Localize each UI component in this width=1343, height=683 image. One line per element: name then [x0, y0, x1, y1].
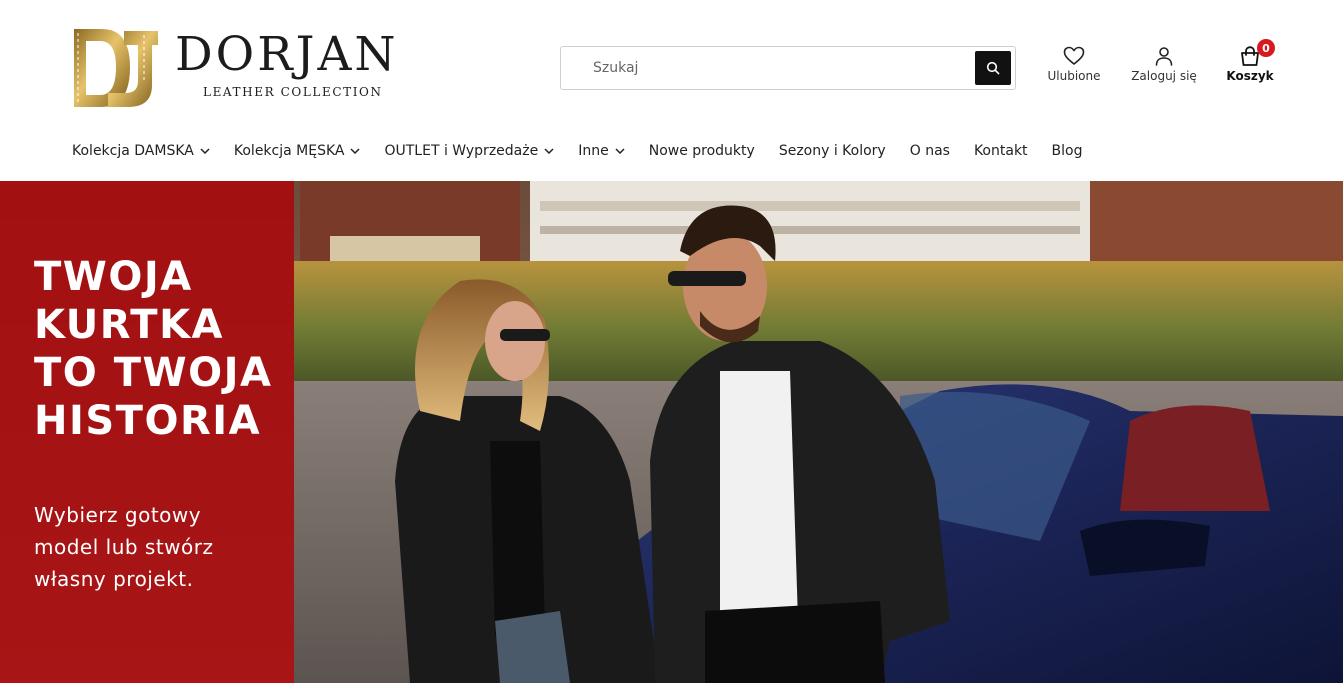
nav-item-o-nas[interactable]: O nas	[910, 143, 950, 159]
nav-item-label: Blog	[1051, 143, 1083, 159]
cart-link[interactable]: 0 Koszyk	[1226, 39, 1275, 83]
nav-item-label: O nas	[909, 143, 950, 159]
nav-item-kolekcja-damska[interactable]: Kolekcja DAMSKA	[72, 143, 210, 159]
chevron-down-icon	[544, 148, 554, 154]
monogram-logo-icon	[74, 29, 158, 107]
chevron-down-icon	[615, 148, 625, 154]
search-bar	[560, 46, 1016, 90]
search-icon	[986, 61, 1000, 75]
nav-item-outlet[interactable]: OUTLET i Wyprzedaże	[384, 143, 554, 159]
nav-item-kolekcja-meska[interactable]: Kolekcja MĘSKA	[234, 143, 361, 159]
user-icon	[1155, 47, 1173, 66]
hero-subtitle-line: model lub stwórz	[34, 535, 214, 559]
chevron-down-icon	[350, 148, 361, 154]
nav-item-label: Inne	[578, 143, 609, 159]
hero-subtitle: Wybierz gotowy model lub stwórz własny p…	[34, 499, 274, 595]
nav-item-sezony-i-kolory[interactable]: Sezony i Kolory	[779, 143, 886, 159]
nav-item-label: Nowe produkty	[648, 143, 755, 159]
cart-count-badge: 0	[1257, 39, 1275, 57]
nav-item-nowe-produkty[interactable]: Nowe produkty	[649, 143, 755, 159]
hero-title-line: TWOJA	[34, 254, 193, 300]
nav-item-inne[interactable]: Inne	[578, 143, 625, 159]
hero-subtitle-line: Wybierz gotowy	[34, 503, 202, 527]
hero-title: TWOJA KURTKA TO TWOJA HISTORIA	[34, 253, 284, 445]
favorites-link[interactable]: Ulubione	[1046, 46, 1102, 83]
hero-title-line: TO TWOJA	[34, 350, 273, 396]
hero-title-line: KURTKA	[34, 302, 225, 348]
hero-banner[interactable]: TWOJA KURTKA TO TWOJA HISTORIA Wybierz g…	[0, 181, 1343, 683]
main-nav: Kolekcja DAMSKA Kolekcja MĘSKA OUTLET i …	[72, 138, 1107, 164]
nav-item-label: OUTLET i Wyprzedaże	[384, 143, 539, 159]
brand-tagline: LEATHER COLLECTION	[203, 85, 383, 99]
hero-subtitle-line: własny projekt.	[34, 567, 194, 591]
login-label: Zaloguj się	[1131, 69, 1197, 83]
brand-name: DORJAN	[175, 27, 399, 82]
hero-title-line: HISTORIA	[34, 398, 262, 444]
nav-item-label: Kolekcja DAMSKA	[72, 143, 194, 159]
nav-item-label: Kontakt	[973, 143, 1028, 159]
brand-logo[interactable]: DORJAN LEATHER COLLECTION	[72, 27, 396, 109]
heart-icon	[1063, 46, 1085, 65]
favorites-label: Ulubione	[1047, 69, 1101, 83]
cart-label: Koszyk	[1226, 69, 1274, 83]
login-link[interactable]: Zaloguj się	[1130, 46, 1198, 83]
nav-item-kontakt[interactable]: Kontakt	[974, 143, 1028, 159]
chevron-down-icon	[200, 148, 210, 154]
nav-item-label: Kolekcja MĘSKA	[233, 143, 345, 159]
search-input[interactable]	[561, 47, 973, 89]
search-button[interactable]	[975, 51, 1011, 85]
nav-item-label: Sezony i Kolory	[778, 143, 886, 159]
nav-item-blog[interactable]: Blog	[1052, 143, 1083, 159]
